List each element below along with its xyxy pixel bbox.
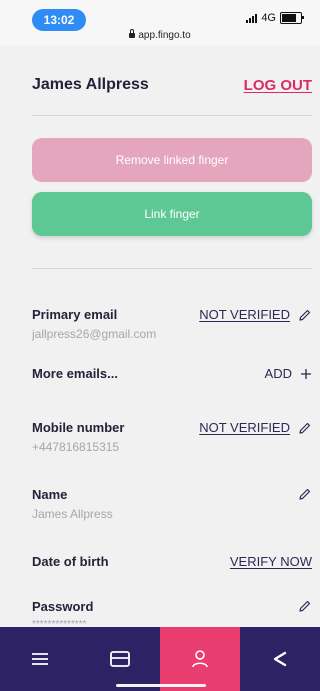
pencil-icon[interactable] bbox=[298, 421, 312, 435]
network-type: 4G bbox=[261, 12, 276, 24]
mobile-number-field: Mobile number +447816815315 NOT VERIFIED bbox=[32, 420, 312, 454]
clock: 13:02 bbox=[32, 9, 86, 31]
name-field: Name James Allpress bbox=[32, 487, 312, 521]
mobile-number-value: +447816815315 bbox=[32, 440, 120, 454]
url-text: app.fingo.to bbox=[138, 30, 191, 41]
name-value: James Allpress bbox=[32, 507, 113, 521]
menu-icon bbox=[32, 653, 48, 665]
password-label: Password bbox=[32, 599, 94, 614]
verify-link[interactable]: NOT VERIFIED bbox=[199, 420, 290, 435]
remove-finger-button[interactable]: Remove linked finger bbox=[32, 138, 312, 182]
lock-icon bbox=[129, 28, 136, 38]
address-bar[interactable]: app.fingo.to bbox=[0, 28, 320, 41]
password-field: Password ************** bbox=[32, 599, 312, 630]
password-edit[interactable] bbox=[298, 599, 312, 613]
add-email-link[interactable]: ADD bbox=[265, 366, 292, 381]
verify-now-link[interactable]: VERIFY NOW bbox=[230, 554, 312, 569]
battery-icon bbox=[280, 12, 304, 24]
bottom-nav bbox=[0, 627, 320, 691]
name-edit[interactable] bbox=[298, 487, 312, 501]
network-status: 4G bbox=[246, 12, 304, 24]
nav-menu[interactable] bbox=[0, 627, 80, 691]
pencil-icon[interactable] bbox=[298, 599, 312, 613]
profile-header: James Allpress LOG OUT bbox=[32, 76, 312, 94]
link-finger-button[interactable]: Link finger bbox=[32, 192, 312, 236]
user-name: James Allpress bbox=[32, 76, 149, 93]
profile-icon bbox=[192, 650, 208, 668]
home-indicator bbox=[116, 684, 206, 687]
mobile-verify[interactable]: NOT VERIFIED bbox=[199, 420, 312, 435]
pencil-icon[interactable] bbox=[298, 487, 312, 501]
nav-share[interactable] bbox=[240, 627, 320, 691]
status-bar: 13:02 4G app.fingo.to bbox=[0, 0, 320, 46]
more-emails-field: More emails... ADD bbox=[32, 366, 312, 381]
nav-card[interactable] bbox=[80, 627, 160, 691]
share-icon bbox=[273, 651, 287, 667]
card-icon bbox=[110, 651, 130, 667]
primary-email-field: Primary email jallpress26@gmail.com NOT … bbox=[32, 307, 312, 341]
name-label: Name bbox=[32, 487, 68, 502]
pencil-icon[interactable] bbox=[298, 308, 312, 322]
dob-field: Date of birth VERIFY NOW bbox=[32, 554, 312, 569]
signal-icon bbox=[246, 13, 258, 23]
primary-email-value: jallpress26@gmail.com bbox=[32, 327, 157, 341]
plus-icon[interactable] bbox=[300, 368, 312, 380]
dob-verify[interactable]: VERIFY NOW bbox=[230, 554, 312, 569]
divider bbox=[32, 268, 312, 269]
verify-link[interactable]: NOT VERIFIED bbox=[199, 307, 290, 322]
divider bbox=[32, 115, 312, 116]
primary-email-verify[interactable]: NOT VERIFIED bbox=[199, 307, 312, 322]
nav-profile[interactable] bbox=[160, 627, 240, 691]
add-email-action[interactable]: ADD bbox=[265, 366, 312, 381]
logout-link[interactable]: LOG OUT bbox=[244, 77, 312, 94]
profile-content: James Allpress LOG OUT Remove linked fin… bbox=[0, 46, 320, 630]
